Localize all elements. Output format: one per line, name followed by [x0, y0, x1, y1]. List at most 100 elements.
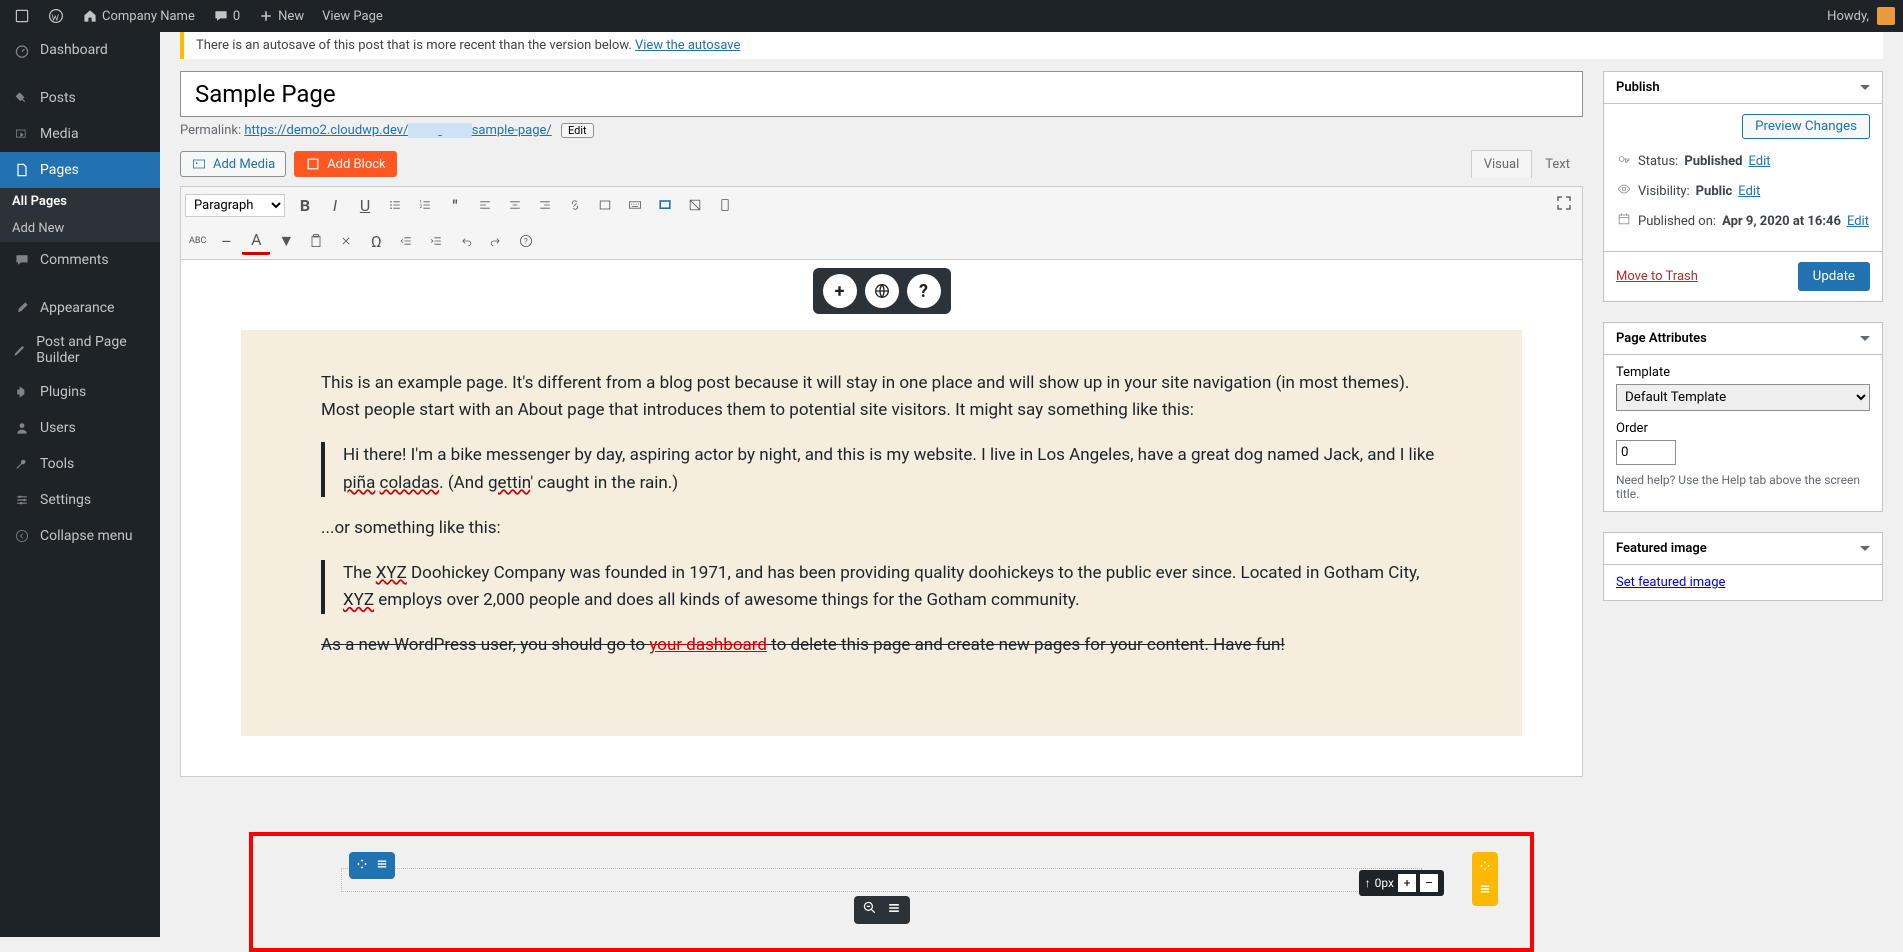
menu-icon[interactable]: [375, 856, 389, 875]
sidebar-item-settings[interactable]: Settings: [0, 482, 160, 518]
align-center-button[interactable]: [501, 191, 529, 219]
page-content-area[interactable]: This is an example page. It's different …: [241, 330, 1522, 736]
sidebar-item-posts[interactable]: Posts: [0, 80, 160, 116]
empty-block[interactable]: [341, 868, 1422, 892]
move-to-trash-link[interactable]: Move to Trash: [1616, 269, 1698, 284]
user-avatar[interactable]: [1877, 7, 1895, 25]
bullet-list-button[interactable]: [381, 191, 409, 219]
menu-icon[interactable]: [1478, 881, 1492, 900]
link-button[interactable]: [561, 191, 589, 219]
sidebar-item-users[interactable]: Users: [0, 410, 160, 446]
edit-status-link[interactable]: Edit: [1748, 154, 1770, 169]
sidebar-item-comments[interactable]: Comments: [0, 242, 160, 278]
submenu-add-new[interactable]: Add New: [0, 215, 160, 242]
margin-minus-button[interactable]: –: [1420, 874, 1438, 892]
globe-button[interactable]: [865, 274, 899, 308]
align-left-button[interactable]: [471, 191, 499, 219]
visibility-value: Public: [1696, 184, 1733, 199]
distraction-free-button[interactable]: [681, 191, 709, 219]
expand-editor-icon[interactable]: [1554, 193, 1574, 213]
row-handle[interactable]: [349, 852, 395, 879]
hr-button[interactable]: –: [212, 227, 240, 255]
zoom-out-icon[interactable]: [862, 900, 878, 920]
italic-button[interactable]: I: [321, 191, 349, 219]
format-select[interactable]: Paragraph: [185, 194, 285, 217]
edit-visibility-link[interactable]: Edit: [1738, 184, 1760, 199]
page-title-input[interactable]: [180, 71, 1583, 117]
paste-button[interactable]: [302, 227, 330, 255]
submenu-all-pages[interactable]: All Pages: [0, 188, 160, 215]
view-page[interactable]: View Page: [316, 9, 389, 24]
preview-button[interactable]: Preview Changes: [1742, 114, 1870, 139]
editor-toolbar-2: ABC – A ▼ Ω ?: [180, 223, 1583, 259]
template-select[interactable]: Default Template: [1616, 384, 1870, 411]
wp-logo-icon[interactable]: [42, 8, 70, 24]
color-dropdown-button[interactable]: ▼: [272, 227, 300, 255]
outdent-button[interactable]: [392, 227, 420, 255]
tab-text[interactable]: Text: [1532, 150, 1583, 178]
set-featured-image-link[interactable]: Set featured image: [1616, 575, 1725, 590]
insert-more-button[interactable]: [591, 191, 619, 219]
menu-icon[interactable]: [886, 900, 902, 920]
blockquote-button[interactable]: ": [441, 191, 469, 219]
howdy-text[interactable]: Howdy,: [1827, 9, 1869, 24]
site-name[interactable]: Company Name: [76, 8, 201, 24]
add-block-button[interactable]: Add Block: [294, 151, 396, 177]
margin-plus-button[interactable]: +: [1398, 874, 1416, 892]
spellcheck-button[interactable]: ABC: [185, 227, 210, 255]
svg-text:2: 2: [419, 204, 422, 210]
svg-text:?: ?: [524, 237, 528, 246]
collapse-icon: [12, 526, 32, 546]
align-right-button[interactable]: [531, 191, 559, 219]
mobile-button[interactable]: [711, 191, 739, 219]
redo-button[interactable]: [482, 227, 510, 255]
sidebar-item-collapse[interactable]: Collapse menu: [0, 518, 160, 554]
sidebar-item-tools[interactable]: Tools: [0, 446, 160, 482]
add-media-button[interactable]: Add Media: [180, 151, 286, 177]
save-icon[interactable]: [8, 8, 36, 24]
indent-button[interactable]: [422, 227, 450, 255]
underline-button[interactable]: U: [351, 191, 379, 219]
bold-button[interactable]: B: [291, 191, 319, 219]
editor-canvas[interactable]: + ? This is an example page. It's differ…: [180, 259, 1583, 777]
permalink-edit-button[interactable]: Edit: [561, 123, 594, 138]
view-autosave-link[interactable]: View the autosave: [635, 38, 740, 53]
tab-visual[interactable]: Visual: [1471, 150, 1533, 178]
sidebar-item-plugins[interactable]: Plugins: [0, 374, 160, 410]
special-char-button[interactable]: Ω: [362, 227, 390, 255]
comments-count[interactable]: 0: [207, 8, 246, 24]
sidebar-item-appearance[interactable]: Appearance: [0, 290, 160, 326]
fullscreen-button[interactable]: [651, 191, 679, 219]
plugin-icon: [12, 382, 32, 402]
clear-format-button[interactable]: [332, 227, 360, 255]
number-list-button[interactable]: 12: [411, 191, 439, 219]
column-handle[interactable]: [1472, 852, 1498, 906]
sidebar-item-media[interactable]: Media: [0, 116, 160, 152]
new-content[interactable]: New: [252, 8, 310, 24]
help-text: Need help? Use the Help tab above the sc…: [1616, 473, 1870, 501]
text-color-button[interactable]: A: [242, 227, 270, 255]
toggle-icon[interactable]: [1860, 85, 1870, 90]
drag-icon[interactable]: [355, 856, 369, 875]
add-section-button[interactable]: +: [823, 274, 857, 308]
pin-icon: [12, 88, 32, 108]
arrow-up-icon: ↑: [1365, 876, 1371, 890]
toggle-icon[interactable]: [1860, 546, 1870, 551]
help-button[interactable]: ?: [512, 227, 540, 255]
permalink-link[interactable]: https://demo2.cloudwp.dev/ sample-page/: [244, 123, 551, 138]
help-circle-button[interactable]: ?: [907, 274, 941, 308]
undo-button[interactable]: [452, 227, 480, 255]
margin-control[interactable]: ↑0px + –: [1359, 870, 1444, 896]
toggle-icon[interactable]: [1860, 336, 1870, 341]
edit-date-link[interactable]: Edit: [1847, 214, 1869, 229]
keyboard-button[interactable]: [621, 191, 649, 219]
order-input[interactable]: [1616, 440, 1676, 465]
sidebar-item-pages[interactable]: Pages: [0, 152, 160, 188]
status-label: Status:: [1638, 154, 1678, 169]
sidebar-item-dashboard[interactable]: Dashboard: [0, 32, 160, 68]
drag-icon[interactable]: [1478, 858, 1492, 877]
content-paragraph: This is an example page. It's different …: [321, 370, 1442, 424]
page-attributes-box: Page Attributes Template Default Templat…: [1603, 322, 1883, 512]
sidebar-item-builder[interactable]: Post and Page Builder: [0, 326, 160, 374]
update-button[interactable]: Update: [1798, 262, 1870, 291]
